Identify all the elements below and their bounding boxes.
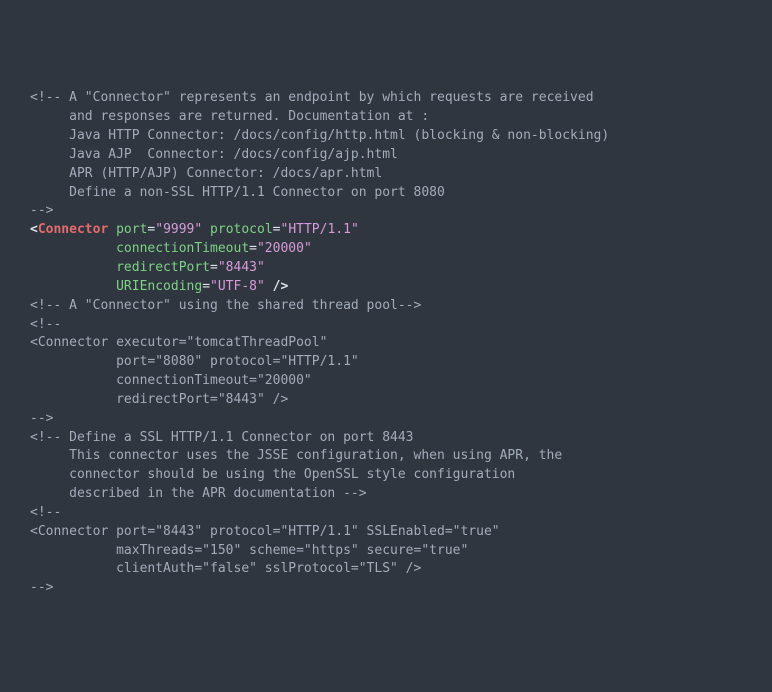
comment-text: described in the APR documentation	[30, 486, 343, 501]
comment-text: and responses are returned. Documentatio…	[30, 109, 429, 124]
comment-open: <!--	[30, 317, 61, 332]
comment-text: port="8080" protocol="HTTP/1.1"	[30, 354, 359, 369]
comment-text: Java HTTP Connector: /docs/config/http.h…	[30, 128, 609, 143]
comment-open: <!--	[30, 90, 61, 105]
tag-open: <	[30, 222, 38, 237]
attr-value: "8443"	[218, 260, 265, 275]
attr-value: "HTTP/1.1"	[281, 222, 359, 237]
comment-close: -->	[30, 411, 53, 426]
comment-text: <Connector executor="tomcatThreadPool"	[30, 335, 327, 350]
code-block: <!-- A "Connector" represents an endpoin…	[30, 89, 762, 598]
comment-close: -->	[30, 580, 53, 595]
attr-name: connectionTimeout	[116, 241, 249, 256]
attr-value: "UTF-8"	[210, 279, 265, 294]
attr-name: port	[116, 222, 147, 237]
tag-name: Connector	[38, 222, 108, 237]
comment-open: <!--	[30, 430, 61, 445]
attr-name: URIEncoding	[116, 279, 202, 294]
comment-text: clientAuth="false" sslProtocol="TLS" />	[30, 561, 421, 576]
comment-text: redirectPort="8443" />	[30, 392, 288, 407]
comment-text: This connector uses the JSSE configurati…	[30, 448, 562, 463]
comment-text: <Connector port="8443" protocol="HTTP/1.…	[30, 524, 500, 539]
comment-text: A "Connector" represents an endpoint by …	[61, 90, 593, 105]
comment-close: -->	[343, 486, 366, 501]
comment-text: <!-- A "Connector" using the shared thre…	[30, 298, 421, 313]
equals: =	[249, 241, 257, 256]
comment-open: <!--	[30, 505, 61, 520]
tag-close: />	[273, 279, 289, 294]
comment-close: -->	[30, 203, 53, 218]
attr-value: "9999"	[155, 222, 202, 237]
comment-text: Define a non-SSL HTTP/1.1 Connector on p…	[30, 185, 445, 200]
equals: =	[202, 279, 210, 294]
comment-text: Java AJP Connector: /docs/config/ajp.htm…	[30, 147, 398, 162]
comment-text: connector should be using the OpenSSL st…	[30, 467, 515, 482]
comment-text: Define a SSL HTTP/1.1 Connector on port …	[61, 430, 413, 445]
equals: =	[210, 260, 218, 275]
attr-name: protocol	[210, 222, 273, 237]
attr-value: "20000"	[257, 241, 312, 256]
equals: =	[273, 222, 281, 237]
comment-text: APR (HTTP/AJP) Connector: /docs/apr.html	[30, 166, 382, 181]
attr-name: redirectPort	[116, 260, 210, 275]
comment-text: connectionTimeout="20000"	[30, 373, 312, 388]
